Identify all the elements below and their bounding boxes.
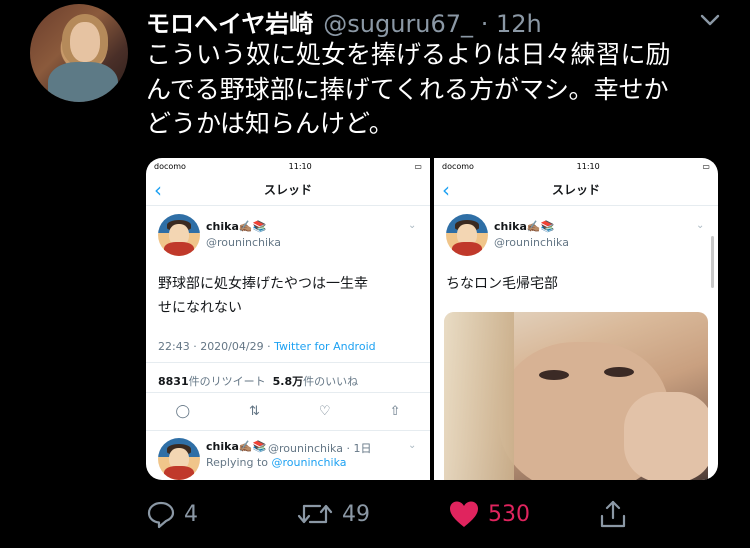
share-icon	[600, 500, 626, 528]
replying-to-handle: @rouninchika	[271, 456, 347, 469]
timestamp-text: 22:43 · 2020/04/29 ·	[158, 340, 275, 353]
heart-icon: ♡	[318, 404, 331, 419]
media-image-left[interactable]: docomo 11:10 ▭ ‹ スレッド chika✍🏽📚 @rouninch…	[146, 158, 430, 480]
battery-icon: ▭	[414, 161, 422, 171]
divider	[146, 392, 430, 393]
tweet-body-line: せになれない	[158, 300, 242, 316]
chevron-down-icon: ⌄	[408, 220, 417, 231]
user-name: chika✍🏽📚	[206, 220, 267, 233]
user-handle: @rouninchika	[206, 236, 281, 249]
avatar-face	[70, 22, 100, 62]
media-image-right[interactable]: docomo 11:10 ▭ ‹ スレッド chika✍🏽📚 @rouninch…	[434, 158, 718, 480]
chevron-down-icon: ⌄	[408, 440, 417, 451]
reply-icon	[147, 501, 175, 529]
photo-eye	[539, 370, 569, 380]
retweet-count: 49	[342, 501, 370, 527]
chevron-down-icon[interactable]	[698, 8, 722, 32]
divider	[146, 430, 430, 431]
back-icon: ‹	[154, 178, 162, 202]
retweet-icon	[297, 504, 333, 524]
avatar	[446, 214, 488, 256]
thread-title: スレッド	[551, 183, 600, 197]
client-link: Twitter for Android	[274, 340, 376, 353]
avatar-coat	[48, 62, 118, 102]
tweet-body-line: 野球部に処女捧げたやつは一生幸	[158, 276, 368, 292]
tweet-text-line: どうかは知らんけど。	[146, 109, 394, 138]
carrier-label: docomo	[442, 161, 474, 171]
like-button[interactable]: 530	[448, 498, 530, 530]
reply-count: 4	[184, 501, 198, 527]
share-button[interactable]	[598, 498, 628, 530]
clock-label: 11:10	[576, 161, 600, 171]
tweet-body: ちなロン毛帰宅部	[446, 276, 558, 292]
retweet-count-label: 件のリツイート	[188, 375, 266, 388]
chevron-down-icon: ⌄	[696, 220, 705, 231]
like-count-label: 件のいいね	[303, 375, 359, 388]
replying-to-prefix: Replying to	[206, 456, 272, 469]
photo-hand	[624, 392, 708, 480]
tweet-text-line: こういう奴に処女を捧げるよりは日々練習に励	[146, 40, 671, 69]
photo-eye	[604, 367, 634, 377]
action-row: ◯ ⇅ ♡ ⇧	[146, 404, 430, 419]
back-icon: ‹	[442, 178, 450, 202]
replying-to: Replying to @rouninchika	[206, 456, 347, 469]
scrollbar	[711, 236, 714, 288]
author-avatar[interactable]	[30, 4, 128, 102]
like-count: 5.8万	[272, 375, 304, 388]
avatar	[158, 438, 200, 480]
status-bar: docomo 11:10 ▭	[146, 158, 430, 174]
battery-icon: ▭	[702, 161, 710, 171]
tweet-header: モロヘイヤ岩崎 @suguru67_ · 12h	[146, 4, 542, 39]
carrier-label: docomo	[154, 161, 186, 171]
heart-icon	[450, 501, 478, 527]
tweet-media[interactable]: docomo 11:10 ▭ ‹ スレッド chika✍🏽📚 @rouninch…	[146, 158, 718, 480]
thread-nav: ‹ スレッド	[434, 174, 718, 206]
user-name: chika✍🏽📚	[206, 440, 267, 453]
reply-button[interactable]: 4	[146, 498, 198, 530]
share-icon: ⇧	[389, 404, 401, 419]
divider	[146, 362, 430, 363]
user-handle: @rouninchika	[494, 236, 569, 249]
thread-nav: ‹ スレッド	[146, 174, 430, 206]
tweet-timestamp: 22:43 · 2020/04/29 · Twitter for Android	[158, 340, 376, 353]
photo-hair	[444, 312, 514, 480]
reply-icon: ◯	[175, 404, 191, 419]
like-count: 530	[488, 501, 530, 527]
tweet-photo	[444, 312, 708, 480]
retweet-count: 8831	[158, 375, 189, 388]
clock-label: 11:10	[288, 161, 312, 171]
engagement-counts: 8831件のリツイート 5.8万件のいいね	[158, 373, 358, 389]
avatar	[158, 214, 200, 256]
status-bar: docomo 11:10 ▭	[434, 158, 718, 174]
tweet-text-line: んでる野球部に捧げてくれる方がマシ。幸せか	[146, 74, 669, 104]
user-name: chika✍🏽📚	[494, 220, 555, 233]
tweet-text: こういう奴に処女を捧げるよりは日々練習に励 んでる野球部に捧げてくれる方がマシ。…	[146, 38, 726, 142]
retweet-icon: ⇅	[249, 404, 260, 419]
tweet-body: 野球部に処女捧げたやつは一生幸 せになれない	[158, 272, 420, 320]
thread-title: スレッド	[263, 183, 312, 197]
author-name[interactable]: モロヘイヤ岩崎	[146, 4, 313, 39]
user-handle: @rouninchika · 1日	[268, 442, 372, 455]
author-handle-time[interactable]: @suguru67_ · 12h	[323, 10, 541, 38]
retweet-button[interactable]: 49	[296, 498, 370, 530]
